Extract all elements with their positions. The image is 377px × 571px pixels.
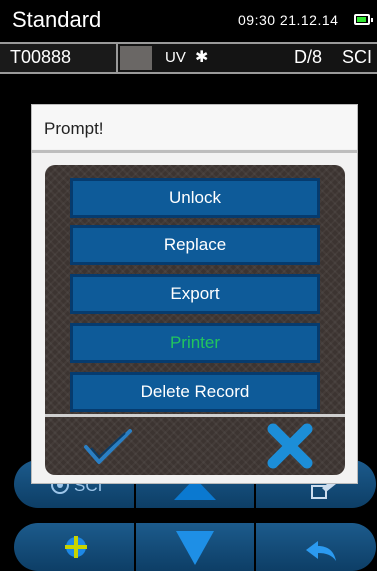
measure-mode-label: SCI bbox=[342, 47, 373, 67]
prompt-dialog: Prompt! Unlock Replace Export Printer De… bbox=[31, 104, 358, 484]
replace-button[interactable]: Replace bbox=[70, 225, 320, 265]
dialog-title: Prompt! bbox=[32, 105, 357, 149]
sample-bar: T00888 UV ✱ D/8 SCI bbox=[0, 42, 377, 74]
back-arrow-icon bbox=[306, 541, 336, 561]
datetime: 09:30 21.12.14 bbox=[238, 12, 339, 28]
toolbar-row-2 bbox=[14, 523, 376, 571]
down-button[interactable] bbox=[136, 523, 254, 571]
mode-title: Standard bbox=[12, 7, 102, 32]
unlock-button[interactable]: Unlock bbox=[70, 178, 320, 218]
export-button[interactable]: Export bbox=[70, 274, 320, 314]
target-button[interactable] bbox=[14, 523, 134, 571]
checkmark-icon[interactable] bbox=[83, 427, 133, 467]
back-button[interactable] bbox=[256, 523, 376, 571]
geometry-label: D/8 bbox=[294, 47, 323, 67]
dialog-body-separator bbox=[45, 414, 345, 417]
sample-id: T00888 bbox=[0, 44, 118, 72]
target-icon bbox=[65, 536, 87, 558]
dialog-body: Unlock Replace Export Printer Delete Rec… bbox=[45, 165, 345, 475]
color-swatch bbox=[120, 46, 152, 70]
close-x-icon[interactable] bbox=[267, 423, 313, 469]
dialog-separator bbox=[32, 150, 357, 153]
delete-record-button[interactable]: Delete Record bbox=[70, 372, 320, 412]
arrow-down-icon bbox=[176, 531, 214, 565]
uv-label: UV bbox=[165, 49, 186, 66]
printer-button[interactable]: Printer bbox=[70, 323, 320, 363]
battery-icon bbox=[354, 14, 373, 25]
bluetooth-icon: ✱ bbox=[195, 49, 209, 66]
status-bar: Standard 09:30 21.12.14 bbox=[0, 0, 377, 42]
